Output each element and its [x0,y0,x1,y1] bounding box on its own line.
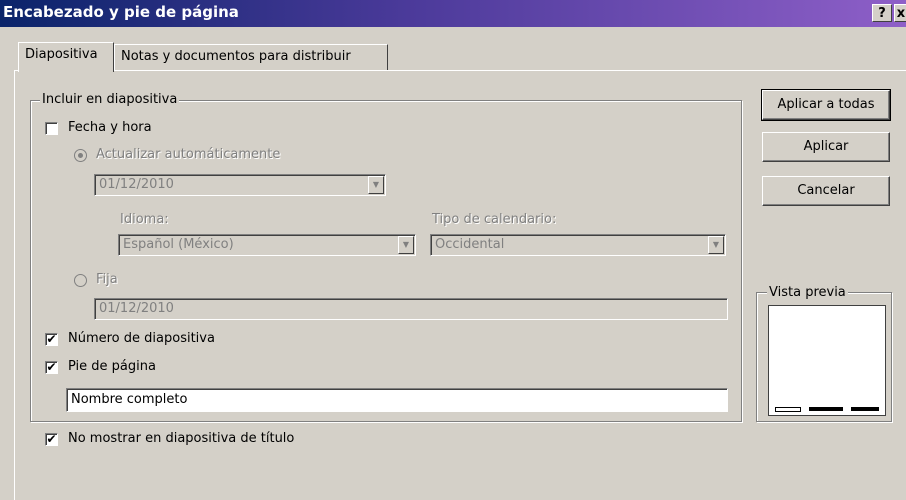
preview-label: Vista previa [767,285,848,300]
preview-date-placeholder [775,407,801,412]
chevron-down-icon[interactable]: ▼ [708,236,724,254]
preview-number-placeholder [851,407,879,411]
tab-notas[interactable]: Notas y documentos para distribuir [114,44,388,70]
no-title-label: No mostrar en diapositiva de título [68,431,295,446]
auto-update-radio[interactable] [74,149,87,162]
no-title-checkbox[interactable]: ✔ [45,433,58,446]
preview-box [768,305,886,416]
fixed-label: Fija [96,272,118,287]
footer-text-input[interactable]: Nombre completo [66,388,728,412]
tab-diapositiva[interactable]: Diapositiva [18,42,114,72]
include-group-label: Incluir en diapositiva [40,92,180,107]
preview-footer-placeholder [809,407,843,411]
language-dropdown[interactable]: Español (México) ▼ [118,234,416,256]
date-time-checkbox[interactable] [45,122,58,135]
title-bar: Encabezado y pie de página ? x [0,0,906,27]
fixed-date-input[interactable]: 01/12/2010 [94,298,728,320]
date-time-label: Fecha y hora [68,120,152,135]
language-label: Idioma: [120,212,169,227]
help-button[interactable]: ? [872,4,892,22]
chevron-down-icon[interactable]: ▼ [398,236,414,254]
cancel-button[interactable]: Cancelar [762,176,890,206]
calendar-label: Tipo de calendario: [432,212,557,227]
apply-all-button[interactable]: Aplicar a todas [761,89,891,121]
chevron-down-icon[interactable]: ▼ [368,176,384,194]
calendar-value: Occidental [435,237,505,252]
radio-dot-icon [78,153,83,158]
footer-label: Pie de página [68,359,156,374]
footer-checkbox[interactable]: ✔ [45,361,58,374]
apply-button[interactable]: Aplicar [762,132,890,162]
slide-number-label: Número de diapositiva [68,331,215,346]
fixed-radio[interactable] [74,274,87,287]
auto-date-dropdown[interactable]: 01/12/2010 ▼ [94,174,386,196]
language-value: Español (México) [123,237,234,252]
auto-date-value: 01/12/2010 [99,177,174,192]
close-button[interactable]: x [894,4,906,22]
slide-number-checkbox[interactable]: ✔ [45,333,58,346]
window-title: Encabezado y pie de página [3,3,239,21]
calendar-dropdown[interactable]: Occidental ▼ [430,234,726,256]
auto-update-label: Actualizar automáticamente [96,147,281,162]
